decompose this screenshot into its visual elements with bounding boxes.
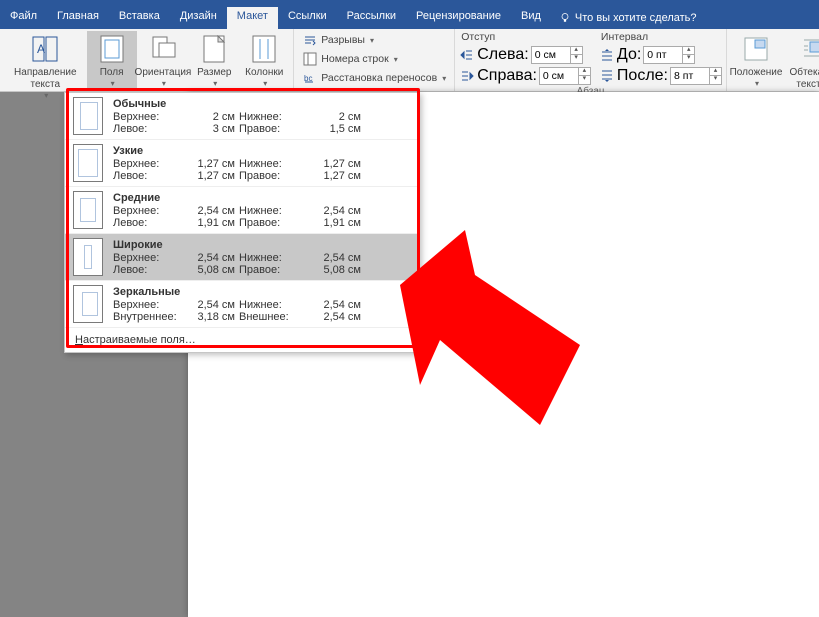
margin-preset-thumb-icon — [73, 97, 103, 135]
margin-preset-thumb-icon — [73, 285, 103, 323]
indent-right-input[interactable] — [540, 70, 578, 82]
chevron-down-icon: ▾ — [442, 74, 446, 83]
margin-preset-thumb-icon — [73, 191, 103, 229]
tab-review[interactable]: Рецензирование — [406, 7, 511, 29]
tab-layout[interactable]: Макет — [227, 7, 278, 29]
tab-file[interactable]: Файл — [0, 7, 47, 29]
tab-references[interactable]: Ссылки — [278, 7, 337, 29]
indent-left-label: Слева: — [477, 46, 528, 64]
chevron-down-icon: ▾ — [394, 55, 398, 64]
indent-left-input[interactable] — [532, 49, 570, 61]
tab-design[interactable]: Дизайн — [170, 7, 227, 29]
ribbon: A Направление текста ▾ Поля ▾ Ориентация… — [0, 29, 819, 92]
spin-down-icon[interactable]: ▾ — [682, 55, 694, 63]
orientation-button[interactable]: Ориентация ▾ — [137, 31, 190, 91]
columns-button[interactable]: Колонки ▾ — [239, 31, 289, 91]
spin-down-icon[interactable]: ▾ — [570, 55, 582, 63]
position-icon — [740, 33, 772, 65]
preset-name: Обычные — [113, 98, 413, 111]
margin-preset-wide[interactable]: ШирокиеВерхнее:2,54 смНижнее:2,54 смЛево… — [65, 233, 419, 280]
chevron-down-icon: ▾ — [213, 79, 217, 89]
spacing-heading: Интервал — [599, 30, 722, 44]
text-direction-icon: A — [29, 33, 61, 65]
lightbulb-icon — [559, 12, 571, 24]
spacing-after-spinner[interactable]: ▴▾ — [670, 67, 722, 85]
chevron-down-icon: ▾ — [263, 79, 267, 89]
spacing-after-label: После: — [617, 67, 668, 85]
margin-preset-narrow[interactable]: УзкиеВерхнее:1,27 смНижнее:1,27 смЛевое:… — [65, 139, 419, 186]
spacing-before-input[interactable] — [644, 49, 682, 61]
line-numbers-button[interactable]: Номера строк▾ — [298, 50, 450, 68]
chevron-down-icon: ▾ — [162, 79, 166, 89]
line-numbers-icon — [302, 51, 318, 67]
chevron-down-icon: ▾ — [44, 91, 48, 101]
margin-preset-thumb-icon — [73, 238, 103, 276]
breaks-icon — [302, 32, 318, 48]
spacing-before-label: До: — [617, 46, 641, 64]
page-size-icon — [198, 33, 230, 65]
tell-me-label: Что вы хотите сделать? — [575, 12, 697, 24]
chevron-down-icon: ▾ — [755, 79, 759, 89]
breaks-button[interactable]: Разрывы▾ — [298, 31, 450, 49]
hyphenation-button[interactable]: bc Расстановка переносов▾ — [298, 69, 450, 87]
spin-down-icon[interactable]: ▾ — [578, 76, 590, 84]
indent-right-spinner[interactable]: ▴▾ — [539, 67, 591, 85]
wrap-text-icon — [799, 33, 819, 65]
tab-view[interactable]: Вид — [511, 7, 551, 29]
tab-insert[interactable]: Вставка — [109, 7, 170, 29]
margin-preset-normal[interactable]: ОбычныеВерхнее:2 смНижнее:2 смЛевое:3 см… — [65, 93, 419, 139]
spacing-after-input[interactable] — [671, 70, 709, 82]
size-button[interactable]: Размер ▾ — [189, 31, 239, 91]
margin-preset-moderate[interactable]: СредниеВерхнее:2,54 смНижнее:2,54 смЛево… — [65, 186, 419, 233]
spin-down-icon[interactable]: ▾ — [709, 76, 721, 84]
preset-name: Широкие — [113, 239, 413, 252]
spacing-before-icon — [599, 47, 615, 63]
custom-margins-button[interactable]: Настраиваемые поля… — [65, 327, 419, 352]
preset-name: Узкие — [113, 145, 413, 158]
spacing-after-icon — [599, 68, 615, 84]
hyphenation-icon: bc — [302, 70, 318, 86]
chevron-down-icon: ▾ — [111, 79, 115, 89]
columns-icon — [248, 33, 280, 65]
svg-text:A: A — [37, 42, 45, 56]
indent-left-icon — [459, 47, 475, 63]
chevron-down-icon: ▾ — [370, 36, 374, 45]
ribbon-tabs: Файл Главная Вставка Дизайн Макет Ссылки… — [0, 7, 819, 29]
tell-me-search[interactable]: Что вы хотите сделать? — [551, 7, 705, 29]
tab-home[interactable]: Главная — [47, 7, 109, 29]
margin-preset-mirror[interactable]: ЗеркальныеВерхнее:2,54 смНижнее:2,54 смВ… — [65, 280, 419, 327]
margins-icon — [96, 33, 128, 65]
indent-right-label: Справа: — [477, 67, 537, 85]
tab-mailings[interactable]: Рассылки — [337, 7, 406, 29]
title-bar — [0, 0, 819, 7]
position-button[interactable]: Положение▾ — [731, 31, 781, 91]
preset-name: Зеркальные — [113, 286, 413, 299]
margins-dropdown: ОбычныеВерхнее:2 смНижнее:2 смЛевое:3 см… — [64, 92, 420, 353]
margin-preset-thumb-icon — [73, 144, 103, 182]
spacing-before-spinner[interactable]: ▴▾ — [643, 46, 695, 64]
margins-button[interactable]: Поля ▾ — [87, 31, 137, 91]
orientation-icon — [147, 33, 179, 65]
preset-name: Средние — [113, 192, 413, 205]
indent-heading: Отступ — [459, 30, 591, 44]
indent-right-icon — [459, 68, 475, 84]
indent-left-spinner[interactable]: ▴▾ — [531, 46, 583, 64]
